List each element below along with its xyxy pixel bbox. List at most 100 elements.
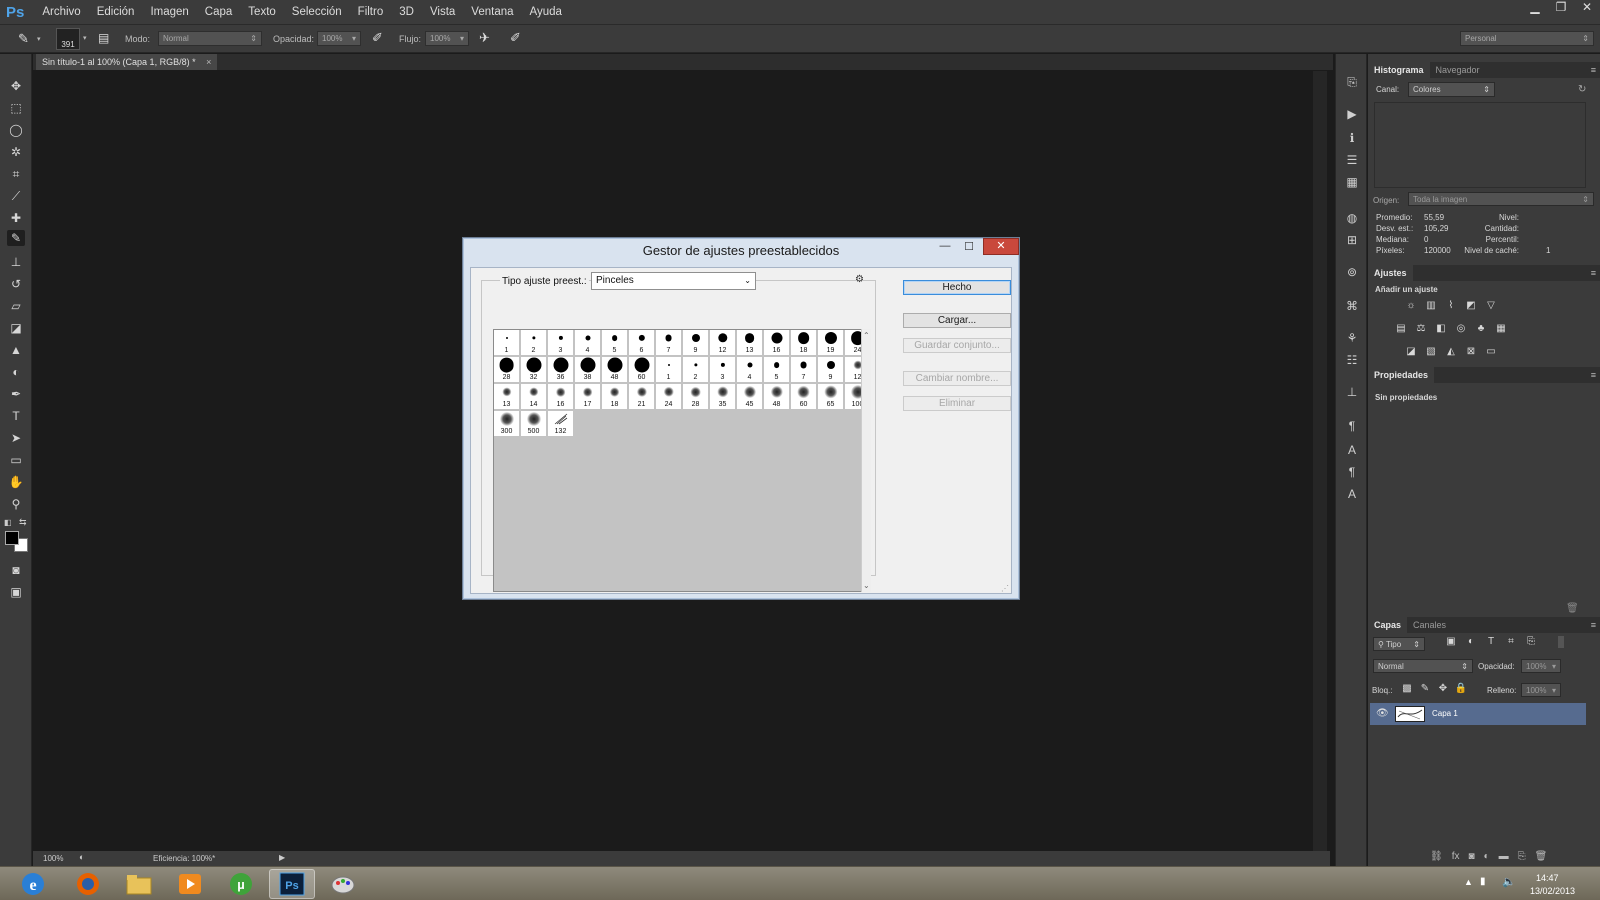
hand-tool-icon[interactable]: ✋ (7, 474, 25, 490)
brush-preset-cell[interactable]: 36 (548, 357, 574, 383)
posterize-icon[interactable]: ▧ (1424, 346, 1438, 358)
history-icon[interactable]: ⎘ (1343, 74, 1361, 90)
fill-field[interactable]: 100% ▾ (1521, 683, 1561, 697)
brush-preset-cell[interactable]: 300 (494, 411, 520, 437)
brush-preset-cell[interactable]: 12 (710, 330, 736, 356)
trash-icon[interactable]: 🗑 (1566, 603, 1579, 614)
brush-preset-cell[interactable]: 48 (602, 357, 628, 383)
flow-field[interactable]: 100% ▾ (425, 31, 469, 46)
ie-icon[interactable]: e (10, 869, 56, 899)
magic-wand-tool-icon[interactable]: ✲ (7, 144, 25, 160)
layer-comps-icon[interactable]: ▦ (1343, 174, 1361, 190)
network-icon[interactable]: ▮ (1480, 876, 1486, 887)
lock-icon[interactable]: 🔒 (1454, 683, 1468, 695)
crop-tool-icon[interactable]: ⌗ (7, 166, 25, 182)
rename-button[interactable]: Cambiar nombre... (903, 371, 1011, 386)
invert-icon[interactable]: ◪ (1404, 346, 1418, 358)
brush-preset-cell[interactable]: 5 (602, 330, 628, 356)
done-button[interactable]: Hecho (903, 280, 1011, 295)
threshold-icon[interactable]: ◭ (1444, 346, 1458, 358)
brush-preset-cell[interactable]: 3 (548, 330, 574, 356)
lasso-tool-icon[interactable]: ◯ (7, 122, 25, 138)
paint-bucket-tool-icon[interactable]: ◪ (7, 320, 25, 336)
scroll-down-icon[interactable]: ⌄ (863, 581, 870, 590)
filter-adjustment-icon[interactable]: ◐ (1464, 636, 1478, 648)
hue-saturation-icon[interactable]: ▤ (1394, 323, 1408, 335)
menu-capa[interactable]: Capa (197, 0, 241, 24)
paths-icon[interactable]: ⌘ (1343, 298, 1361, 314)
blend-mode-select[interactable]: Normal ⇕ (1373, 659, 1473, 673)
layer-opacity-field[interactable]: 100% ▾ (1521, 659, 1561, 673)
minimize-icon[interactable]: — (935, 240, 955, 254)
close-icon[interactable]: ✕ (983, 238, 1019, 255)
zoom-tool-icon[interactable]: ⚲ (7, 496, 25, 512)
explorer-icon[interactable] (116, 869, 162, 899)
black-white-icon[interactable]: ◧ (1434, 323, 1448, 335)
brush-presets-icon[interactable]: ⚘ (1343, 330, 1361, 346)
resize-grip-icon[interactable]: ⋰ (1001, 584, 1009, 593)
panel-menu-icon[interactable]: ≡ (1591, 617, 1596, 633)
brush-preset-cell[interactable]: 16 (548, 384, 574, 410)
filter-type-icon[interactable]: T (1484, 636, 1498, 648)
stamp-tool-icon[interactable]: ⊥ (7, 254, 25, 270)
lock-transparency-icon[interactable]: ▩ (1400, 683, 1414, 695)
brush-preset-cell[interactable]: 4 (737, 357, 763, 383)
preset-type-select[interactable]: Pinceles ⌄ (591, 272, 756, 290)
layer-name[interactable]: Capa 1 (1432, 709, 1458, 718)
pressure-size-icon[interactable]: ✐ (510, 30, 521, 46)
menu-vista[interactable]: Vista (422, 0, 463, 24)
brush-preset-cell[interactable]: 45 (737, 384, 763, 410)
chevron-down-icon[interactable]: ▾ (83, 34, 87, 42)
menu-3d[interactable]: 3D (391, 0, 422, 24)
brush-preset-cell[interactable]: 17 (575, 384, 601, 410)
layer-filter-select[interactable]: ⚲ Tipo ⇕ (1373, 637, 1425, 651)
eye-icon[interactable]: 👁 (1376, 708, 1389, 719)
screen-mode-icon[interactable]: ▣ (7, 584, 25, 600)
vibrance-icon[interactable]: ▽ (1484, 300, 1498, 312)
tab-canales[interactable]: Canales (1407, 617, 1452, 633)
brush-preset-cell[interactable]: 1 (494, 330, 520, 356)
brush-preset-cell[interactable]: 21 (629, 384, 655, 410)
filter-pixel-icon[interactable]: ▣ (1444, 636, 1458, 648)
clock-date[interactable]: 13/02/2013 (1530, 886, 1575, 896)
photoshop-taskbar-icon[interactable]: Ps (269, 869, 315, 899)
brush-preset-cell[interactable]: 18 (791, 330, 817, 356)
firefox-icon[interactable] (65, 869, 111, 899)
info-icon[interactable]: ℹ (1343, 130, 1361, 146)
gradient-map-icon[interactable]: ▭ (1484, 346, 1498, 358)
filter-toggle[interactable] (1558, 636, 1564, 648)
brush-tool-icon[interactable]: ✎ (7, 230, 25, 246)
healing-brush-tool-icon[interactable]: ✚ (7, 210, 25, 226)
vertical-scrollbar[interactable] (1313, 71, 1327, 851)
utorrent-icon[interactable]: µ (218, 869, 264, 899)
brush-size-picker[interactable]: 391 (56, 28, 80, 50)
photo-filter-icon[interactable]: ◎ (1454, 323, 1468, 335)
source-select[interactable]: Toda la imagen ⇕ (1408, 192, 1594, 206)
brush-tool-icon[interactable]: ✎ (18, 31, 29, 47)
brush-preset-cell[interactable]: 38 (575, 357, 601, 383)
brush-preset-cell[interactable]: 48 (764, 384, 790, 410)
refresh-icon[interactable]: ↻ (1578, 84, 1586, 95)
close-icon[interactable]: × (206, 57, 211, 67)
grid-scrollbar[interactable]: ⌃ ⌄ (861, 329, 871, 592)
swatches-icon[interactable]: ◍ (1343, 210, 1361, 226)
curves-icon[interactable]: ⌇ (1444, 300, 1458, 312)
panel-menu-icon[interactable]: ≡ (1591, 367, 1596, 383)
brush-preset-cell[interactable]: 60 (791, 384, 817, 410)
menu-imagen[interactable]: Imagen (142, 0, 196, 24)
restore-icon[interactable]: ❐ (1548, 0, 1574, 16)
menu-texto[interactable]: Texto (240, 0, 284, 24)
brightness-icon[interactable]: ☼ (1404, 300, 1418, 312)
lock-position-icon[interactable]: ✥ (1436, 683, 1450, 695)
foreground-color-swatch[interactable] (5, 531, 19, 545)
clock-time[interactable]: 14:47 (1536, 873, 1559, 883)
quick-mask-icon[interactable]: ◙ (7, 562, 25, 578)
brush-settings-icon[interactable]: ☷ (1343, 352, 1361, 368)
filter-smart-icon[interactable]: ⎘ (1524, 636, 1538, 648)
workspace-select[interactable]: Personal ⇕ (1460, 31, 1594, 46)
brush-preset-cell[interactable]: 9 (818, 357, 844, 383)
paint-icon[interactable] (320, 869, 366, 899)
brush-preset-cell[interactable]: 500 (521, 411, 547, 437)
eraser-tool-icon[interactable]: ▱ (7, 298, 25, 314)
brush-panel-icon[interactable]: ▤ (98, 31, 109, 45)
